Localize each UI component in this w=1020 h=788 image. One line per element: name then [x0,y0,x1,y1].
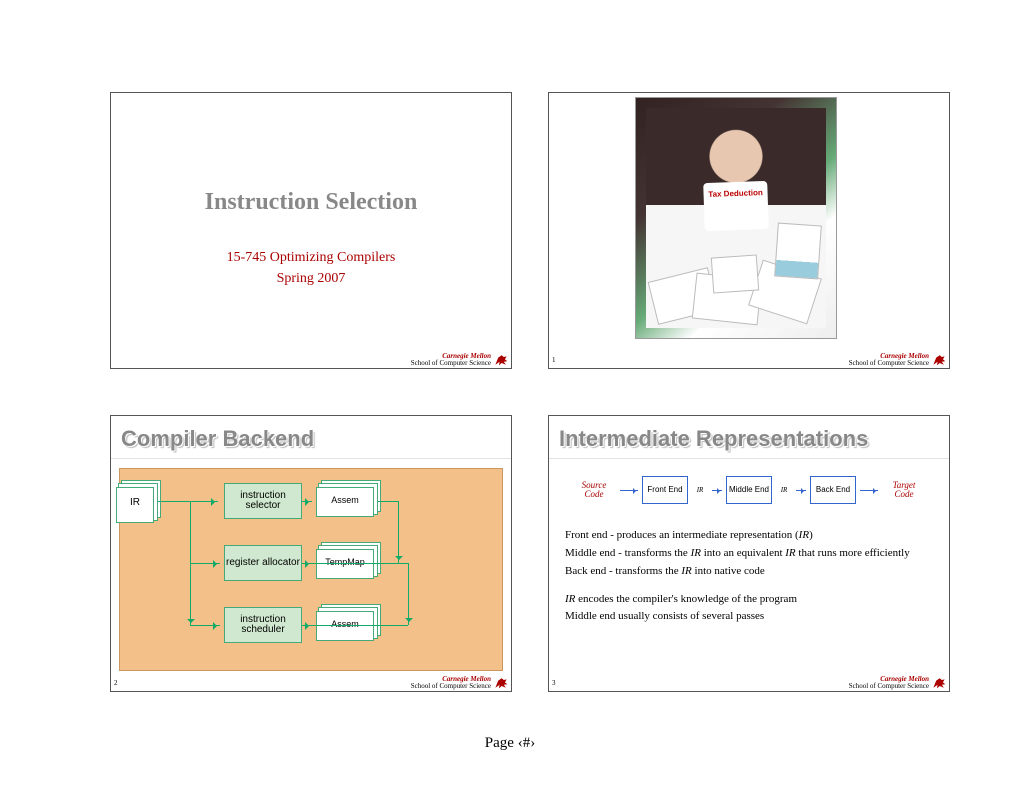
middle-end-box: Middle End [726,476,772,504]
dragon-icon [932,354,946,366]
ir-box: IR [116,487,154,523]
footer-scs: School of Computer Science [849,682,929,690]
slide-number: 3 [552,679,556,687]
stage-instruction-selector: instruction selector [224,483,302,519]
target-code-label: Target Code [882,481,926,500]
ir-label: IR [776,486,792,494]
slide3-title: Compiler Backend [111,416,511,459]
front-end-box: Front End [642,476,688,504]
dragon-icon [932,677,946,689]
output-assem-1: Assem [316,487,374,517]
slide1-term: Spring 2007 [277,271,346,286]
slide-2: Tax Deduction 1 Carnegie Mellon School o… [548,92,950,369]
back-end-box: Back End [810,476,856,504]
slide4-diagram: Source Code Front End IR Middle End IR B… [557,470,941,510]
stage-instruction-scheduler: instruction scheduler [224,607,302,643]
slide3-diagram: IR instruction selector Assem register a… [119,468,503,671]
slide-footer: 1 Carnegie Mellon School of Computer Sci… [550,353,948,367]
slide-number: 1 [552,356,556,364]
slide-grid: Instruction Selection 15-745 Optimizing … [0,0,1020,692]
slide-number: 2 [114,679,118,687]
output-assem-2: Assem [316,611,374,641]
slide4-body: Front end - produces an intermediate rep… [565,528,933,627]
slide1-course: 15-745 Optimizing Compilers [227,250,396,265]
slide-footer: 3 Carnegie Mellon School of Computer Sci… [550,676,948,690]
slide-1: Instruction Selection 15-745 Optimizing … [110,92,512,369]
dragon-icon [494,354,508,366]
footer-scs: School of Computer Science [411,359,491,367]
slide1-subtitle: 15-745 Optimizing Compilers Spring 2007 [111,247,511,289]
ir-label: IR [692,486,708,494]
output-tempmap: TempMap [316,549,374,579]
slide-footer: Carnegie Mellon School of Computer Scien… [112,353,510,367]
slide-footer: 2 Carnegie Mellon School of Computer Sci… [112,676,510,690]
slide-4: Intermediate Representations Source Code… [548,415,950,692]
slide4-title: Intermediate Representations [549,416,949,459]
page-number: Page ‹#› [0,735,1020,752]
slide1-title: Instruction Selection [111,189,511,216]
slide-3: Compiler Backend IR instruction selector… [110,415,512,692]
footer-scs: School of Computer Science [411,682,491,690]
source-code-label: Source Code [572,481,616,500]
stage-register-allocator: register allocator [224,545,302,581]
footer-scs: School of Computer Science [849,359,929,367]
photo-placeholder: Tax Deduction [635,97,837,339]
dragon-icon [494,677,508,689]
